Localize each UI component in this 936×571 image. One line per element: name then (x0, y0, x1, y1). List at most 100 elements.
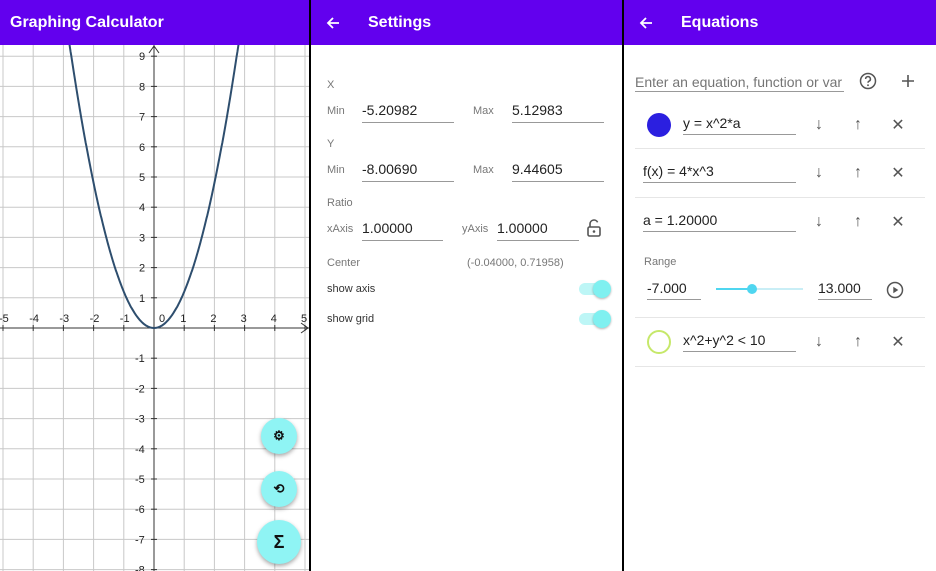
move-down-button[interactable]: ↓ (807, 113, 831, 137)
help-icon (859, 72, 877, 90)
y-max-field[interactable]: 9.44605 (512, 161, 604, 182)
gear-icon: ⚙ (273, 428, 285, 443)
toggle-thumb (593, 310, 611, 328)
play-circle-icon (886, 281, 904, 299)
arrow-down-icon: ↓ (815, 116, 823, 133)
move-down-button[interactable]: ↓ (807, 210, 831, 234)
y-tick-label: -3 (135, 414, 145, 426)
delete-button[interactable]: ✕ (886, 161, 910, 185)
arrow-up-icon: ↑ (854, 164, 862, 181)
app-root: Graphing Calculator -5-4-3-2-10123451234… (0, 0, 936, 571)
range-label: Range (644, 256, 677, 268)
x-max-field[interactable]: 5.12983 (512, 102, 604, 123)
equation-text[interactable]: a = 1.20000 (643, 210, 796, 232)
y-tick-label: -1 (135, 353, 145, 365)
y-tick-label: -5 (135, 474, 145, 486)
plus-icon (902, 75, 914, 87)
y-tick-label: 7 (139, 112, 145, 124)
yaxis-label: yAxis (462, 223, 489, 235)
delete-button[interactable]: ✕ (886, 210, 910, 234)
x-tick-label: -3 (59, 313, 69, 325)
equation-color-swatch[interactable] (647, 113, 671, 137)
sigma-icon: Σ (273, 531, 285, 552)
equation-text[interactable]: y = x^2*a (683, 113, 796, 135)
show-grid-toggle[interactable] (577, 309, 611, 329)
graph-app-bar: Graphing Calculator (0, 0, 309, 45)
x-tick-label: -1 (120, 313, 130, 325)
y-tick-label: 3 (139, 232, 145, 244)
history-fab[interactable]: ⟲ (261, 471, 297, 507)
x-min-label: Min (327, 105, 345, 117)
delete-button[interactable]: ✕ (886, 113, 910, 137)
close-icon: ✕ (891, 334, 905, 351)
arrow-down-icon: ↓ (815, 164, 823, 181)
equation-text[interactable]: x^2+y^2 < 10 (683, 330, 796, 352)
settings-fab[interactable]: ⚙ (261, 418, 297, 454)
settings-title: Settings (368, 13, 432, 31)
y-section-label: Y (327, 138, 335, 150)
arrow-left-icon (639, 16, 652, 29)
move-up-button[interactable]: ↑ (846, 210, 870, 234)
play-button[interactable] (883, 278, 907, 302)
move-down-button[interactable]: ↓ (807, 161, 831, 185)
show-axis-label: show axis (327, 283, 376, 295)
arrow-down-icon: ↓ (815, 213, 823, 230)
equation-row: f(x) = 4*x^3 ↓ ↑ ✕ (635, 149, 925, 198)
x-tick-label: -4 (29, 313, 39, 325)
y-tick-label: 5 (139, 172, 145, 184)
x-min-field[interactable]: -5.20982 (362, 102, 454, 123)
y-tick-label: -8 (135, 565, 145, 571)
range-slider[interactable] (716, 282, 803, 296)
y-tick-label: -7 (135, 534, 145, 546)
show-grid-label: show grid (327, 313, 375, 325)
unlock-icon (587, 219, 601, 237)
y-tick-label: -2 (135, 383, 145, 395)
help-button[interactable] (856, 69, 880, 93)
x-tick-label: -5 (0, 313, 9, 325)
close-icon: ✕ (891, 165, 905, 182)
x-tick-label: 3 (241, 313, 247, 325)
y-tick-label: 9 (139, 51, 145, 63)
arrow-up-icon: ↑ (854, 213, 862, 230)
equations-screen: Equations y = x^2*a ↓ ↑ ✕ f(x) = 4*x^3 ↓… (624, 0, 936, 571)
variable-row: a = 1.20000 ↓ ↑ ✕ Range -7.000 13.000 (635, 198, 925, 318)
x-max-label: Max (473, 105, 494, 117)
move-up-button[interactable]: ↑ (846, 113, 870, 137)
ratio-section-label: Ratio (327, 197, 353, 209)
app-title: Graphing Calculator (10, 13, 164, 31)
move-up-button[interactable]: ↑ (846, 161, 870, 185)
ratio-lock-button[interactable] (586, 219, 602, 237)
equation-input[interactable] (635, 72, 844, 92)
equation-text[interactable]: f(x) = 4*x^3 (643, 161, 796, 183)
back-button[interactable] (624, 15, 668, 31)
move-down-button[interactable]: ↓ (807, 330, 831, 354)
x-tick-label: 2 (210, 313, 216, 325)
equations-app-bar: Equations (624, 0, 936, 45)
y-min-field[interactable]: -8.00690 (362, 161, 454, 182)
equations-fab[interactable]: Σ (257, 520, 301, 564)
close-icon: ✕ (891, 214, 905, 231)
center-value: (-0.04000, 0.71958) (467, 257, 564, 269)
y-tick-label: 6 (139, 142, 145, 154)
y-tick-label: 1 (139, 293, 145, 305)
arrow-left-icon (326, 16, 339, 29)
slider-thumb[interactable] (746, 284, 757, 294)
y-tick-label: 4 (139, 202, 145, 214)
history-icon: ⟲ (273, 481, 285, 496)
settings-screen: Settings X Min -5.20982 Max 5.12983 Y Mi… (311, 0, 622, 571)
arrow-up-icon: ↑ (854, 333, 862, 350)
delete-button[interactable]: ✕ (886, 330, 910, 354)
move-up-button[interactable]: ↑ (846, 330, 870, 354)
equation-row: y = x^2*a ↓ ↑ ✕ (635, 102, 925, 149)
range-min-field[interactable]: -7.000 (647, 278, 701, 300)
equation-color-swatch[interactable] (647, 330, 671, 354)
range-max-field[interactable]: 13.000 (818, 278, 872, 300)
x-tick-label: 4 (271, 313, 277, 325)
show-axis-toggle[interactable] (577, 279, 611, 299)
add-equation-button[interactable] (896, 69, 920, 93)
back-button[interactable] (311, 15, 355, 31)
yaxis-ratio-field[interactable]: 1.00000 (497, 220, 579, 241)
xaxis-ratio-field[interactable]: 1.00000 (362, 220, 443, 241)
close-icon: ✕ (891, 117, 905, 134)
toggle-thumb (593, 280, 611, 298)
